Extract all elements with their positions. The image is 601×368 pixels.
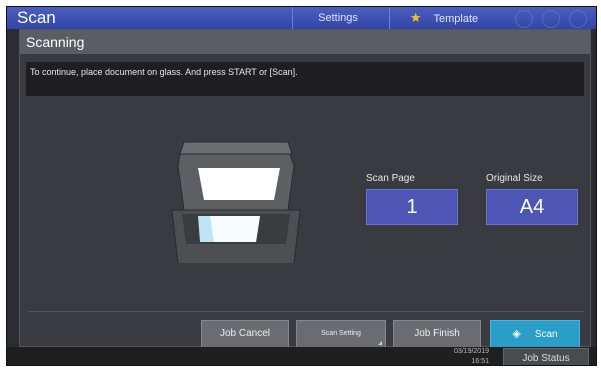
job-status-button[interactable]: Job Status bbox=[503, 348, 589, 365]
submenu-corner-icon bbox=[378, 341, 382, 345]
device-screen: Scan Settings ★ Template Scanning To cont… bbox=[6, 6, 597, 366]
top-bar: Scan Settings ★ Template bbox=[7, 7, 596, 29]
home-icon[interactable] bbox=[515, 10, 533, 28]
divider bbox=[28, 311, 584, 312]
scan-setting-label: Scan Setting bbox=[321, 330, 361, 337]
scan-page-label: Scan Page bbox=[366, 173, 415, 184]
tab-template-label: Template bbox=[433, 13, 479, 25]
scan-page-value: 1 bbox=[366, 189, 458, 225]
diamond-start-icon: ◈ bbox=[512, 328, 521, 340]
job-finish-button[interactable]: Job Finish bbox=[393, 320, 481, 348]
instruction-message: To continue, place document on glass. An… bbox=[26, 62, 584, 96]
trash-icon[interactable] bbox=[542, 10, 560, 28]
datetime: 03/19/2019 16:51 bbox=[427, 347, 489, 365]
scanner-illustration bbox=[171, 141, 301, 264]
original-size-label: Original Size bbox=[486, 173, 543, 184]
dialog-title: Scanning bbox=[20, 30, 590, 54]
scan-button[interactable]: ◈ Scan bbox=[490, 320, 580, 348]
scan-setting-button[interactable]: Scan Setting bbox=[296, 320, 386, 348]
job-cancel-button[interactable]: Job Cancel bbox=[201, 320, 289, 348]
tab-settings[interactable]: Settings bbox=[292, 7, 383, 29]
tab-template[interactable]: ★ Template bbox=[389, 7, 498, 29]
scanning-dialog: Scanning To continue, place document on … bbox=[19, 29, 591, 348]
original-size-value: A4 bbox=[486, 189, 578, 225]
scan-button-label: Scan bbox=[534, 329, 558, 340]
star-icon: ★ bbox=[409, 10, 422, 25]
settings-icon[interactable] bbox=[569, 10, 587, 28]
time-text: 16:51 bbox=[471, 358, 489, 365]
date-text: 03/19/2019 bbox=[453, 348, 489, 355]
app-title: Scan bbox=[17, 8, 56, 27]
